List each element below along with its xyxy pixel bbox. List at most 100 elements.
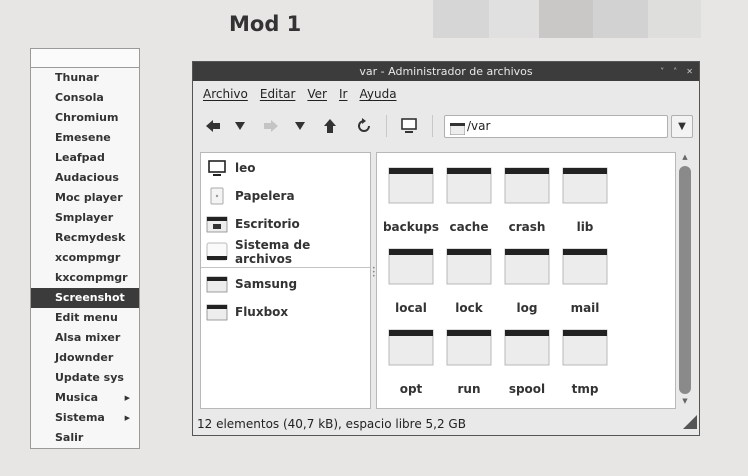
wallpaper-swatch — [539, 0, 593, 38]
file-item-opt[interactable]: opt — [382, 328, 440, 396]
sidebar-item-papelera[interactable]: Papelera — [201, 183, 370, 209]
file-item-backups[interactable]: backups — [382, 166, 440, 234]
menu-item-thunar[interactable]: Thunar — [31, 68, 139, 88]
folder-icon — [446, 247, 492, 285]
file-item-run[interactable]: run — [440, 328, 498, 396]
sidebar-item-label: Samsung — [235, 277, 298, 291]
menu-item-label: Edit menu — [55, 311, 118, 324]
location-path: /var — [467, 119, 491, 133]
menu-item-moc-player[interactable]: Moc player — [31, 188, 139, 208]
menu-item-musica[interactable]: Musica ▶ — [31, 388, 139, 408]
vertical-scrollbar[interactable]: ▲ ▼ — [678, 152, 692, 409]
forward-arrow-icon[interactable] — [262, 117, 280, 135]
menu-item-jdownder[interactable]: Jdownder — [31, 348, 139, 368]
menu-editar[interactable]: Editar — [260, 87, 296, 101]
computer-home-icon[interactable] — [400, 117, 418, 135]
sidebar-item-label: leo — [235, 161, 256, 175]
folder-icon — [562, 166, 608, 204]
sidebar-item-label: Fluxbox — [235, 305, 289, 319]
up-arrow-icon[interactable] — [321, 117, 339, 135]
folder-icon — [388, 328, 434, 366]
file-item-label: cache — [449, 220, 489, 234]
reload-icon[interactable] — [355, 117, 373, 135]
menu-item-label: Jdownder — [55, 351, 114, 364]
menu-item-smplayer[interactable]: Smplayer — [31, 208, 139, 228]
wallpaper-swatches — [433, 0, 701, 38]
menu-item-screenshot[interactable]: Screenshot — [31, 288, 139, 308]
menu-item-kxcompmgr[interactable]: kxcompmgr — [31, 268, 139, 288]
file-item-label: crash — [508, 220, 546, 234]
sidebar-item-fluxbox[interactable]: Fluxbox — [201, 299, 370, 325]
folder-icon — [562, 328, 608, 366]
menu-ver[interactable]: Ver — [307, 87, 327, 101]
sidebar-item-sistema-de-archivos[interactable]: Sistema de archivos — [201, 238, 370, 266]
menu-item-label: Smplayer — [55, 211, 114, 224]
menu-item-label: Update sys — [55, 371, 124, 384]
menu-item-edit-menu[interactable]: Edit menu — [31, 308, 139, 328]
maximize-icon[interactable]: ˄ — [673, 62, 677, 81]
sidebar-item-samsung[interactable]: Samsung — [201, 271, 370, 297]
menu-item-sistema[interactable]: Sistema ▶ — [31, 408, 139, 428]
menu-item-label: Alsa mixer — [55, 331, 121, 344]
sidebar-item-escritorio[interactable]: Escritorio — [201, 211, 370, 237]
sidebar-item-label: Papelera — [235, 189, 295, 203]
wallpaper-swatch — [433, 0, 489, 38]
menu-ir[interactable]: Ir — [339, 87, 347, 101]
scroll-up-icon[interactable]: ▲ — [678, 153, 692, 161]
file-item-lock[interactable]: lock — [440, 247, 498, 315]
menu-item-salir[interactable]: Salir — [31, 428, 139, 448]
file-item-cache[interactable]: cache — [440, 166, 498, 234]
sidebar-item-leo[interactable]: leo — [201, 155, 370, 181]
close-icon[interactable]: ✕ — [686, 62, 693, 81]
desktop-folder-icon — [206, 214, 228, 234]
wallpaper-swatch — [593, 0, 648, 38]
folder-icon — [388, 247, 434, 285]
status-bar: 12 elementos (40,7 kB), espacio libre 5,… — [197, 417, 466, 431]
scroll-down-icon[interactable]: ▼ — [678, 397, 692, 405]
menu-item-label: kxcompmgr — [55, 271, 128, 284]
window-titlebar[interactable]: var - Administrador de archivos ˅ ˄ ✕ — [193, 62, 699, 81]
file-item-crash[interactable]: crash — [498, 166, 556, 234]
forward-history-dropdown-icon[interactable] — [291, 117, 309, 135]
location-input[interactable]: /var — [444, 115, 668, 138]
root-menu-header — [31, 49, 139, 68]
file-item-lib[interactable]: lib — [556, 166, 614, 234]
menu-item-label: Emesene — [55, 131, 111, 144]
file-item-local[interactable]: local — [382, 247, 440, 315]
resize-grip-icon[interactable] — [683, 414, 697, 433]
back-history-dropdown-icon[interactable] — [231, 117, 249, 135]
file-item-log[interactable]: log — [498, 247, 556, 315]
menu-item-label: Moc player — [55, 191, 123, 204]
menu-item-audacious[interactable]: Audacious — [31, 168, 139, 188]
menu-ayuda[interactable]: Ayuda — [359, 87, 396, 101]
folder-icon — [504, 247, 550, 285]
menu-item-label: Leafpad — [55, 151, 105, 164]
menu-item-leafpad[interactable]: Leafpad — [31, 148, 139, 168]
menu-item-recmydesk[interactable]: Recmydesk — [31, 228, 139, 248]
menu-item-consola[interactable]: Consola — [31, 88, 139, 108]
desktop-title: Mod 1 — [229, 12, 302, 36]
file-item-label: opt — [399, 382, 423, 396]
drive-icon — [206, 242, 228, 262]
folder-icon — [206, 302, 228, 322]
file-item-spool[interactable]: spool — [498, 328, 556, 396]
menu-item-chromium[interactable]: Chromium — [31, 108, 139, 128]
menu-archivo[interactable]: Archivo — [203, 87, 248, 101]
menu-item-update-sys[interactable]: Update sys — [31, 368, 139, 388]
menu-item-alsa-mixer[interactable]: Alsa mixer — [31, 328, 139, 348]
places-sidebar: leo Papelera Escritorio Sistema de archivos… — [200, 152, 371, 409]
file-item-tmp[interactable]: tmp — [556, 328, 614, 396]
file-item-mail[interactable]: mail — [556, 247, 614, 315]
window-title: var - Administrador de archivos — [359, 65, 533, 78]
sidebar-divider — [201, 267, 370, 268]
file-item-label: backups — [382, 220, 440, 234]
minimize-icon[interactable]: ˅ — [660, 62, 664, 81]
scrollbar-thumb[interactable] — [679, 166, 691, 394]
menu-item-xcompmgr[interactable]: xcompmgr — [31, 248, 139, 268]
computer-icon — [206, 158, 228, 178]
root-menu: Thunar Consola Chromium Emesene Leafpad Audac… — [30, 48, 140, 449]
file-item-label: mail — [570, 301, 600, 315]
menu-item-emesene[interactable]: Emesene — [31, 128, 139, 148]
location-dropdown-button[interactable]: ▼ — [671, 115, 693, 138]
back-arrow-icon[interactable] — [204, 117, 222, 135]
